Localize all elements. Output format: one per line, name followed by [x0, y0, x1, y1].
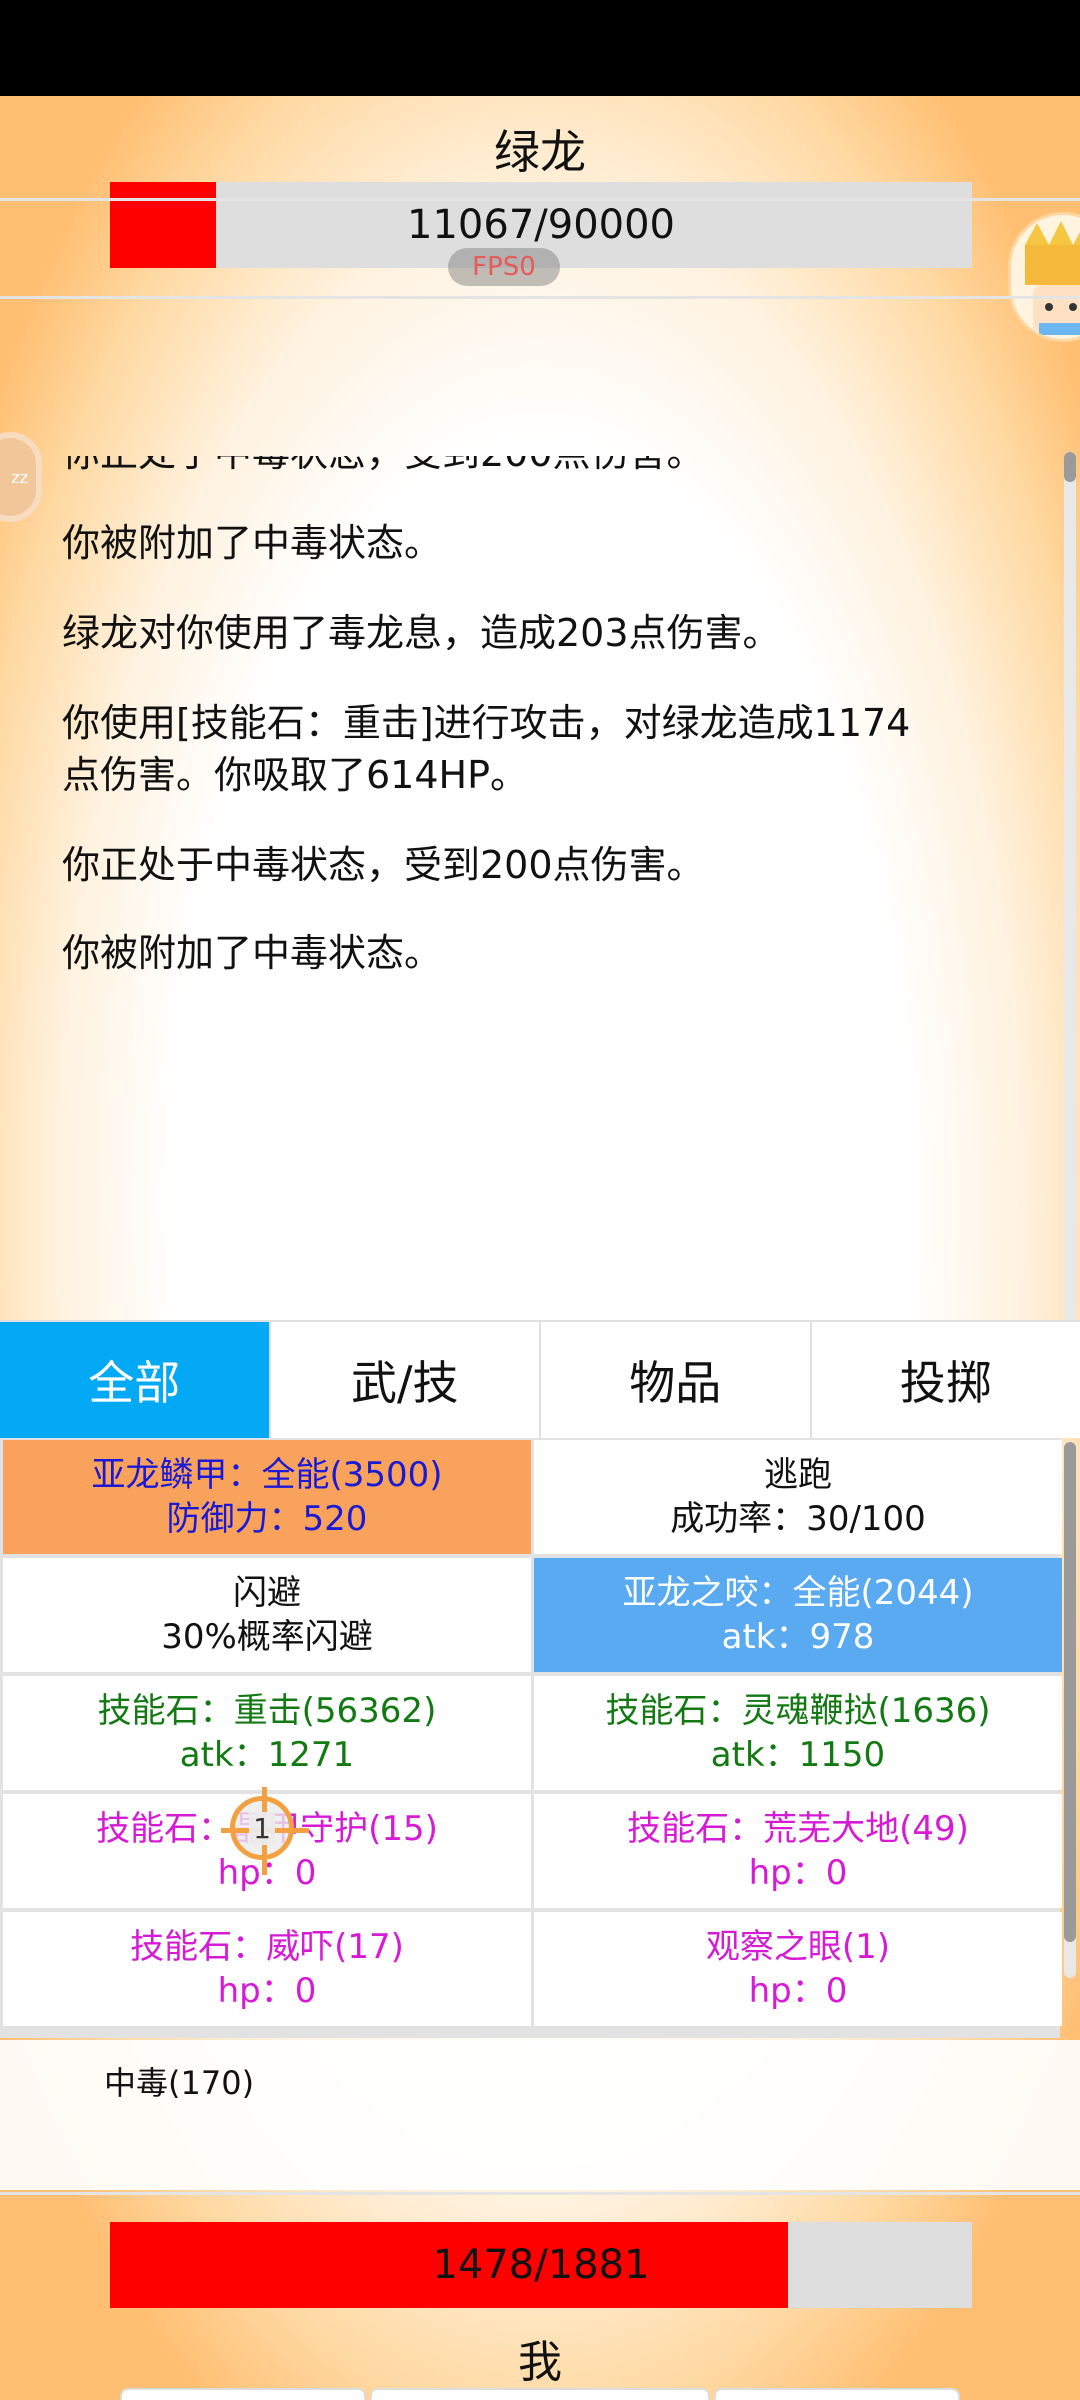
player-hp-text: 1478/1881 [432, 2242, 650, 2288]
log-scrollbar[interactable] [1064, 452, 1076, 1322]
action-title: 闪避 [233, 1573, 301, 1613]
action-stat: 30%概率闪避 [161, 1617, 373, 1657]
player-name: 我 [518, 2337, 562, 2388]
action-scrollbar-thumb[interactable] [1064, 1442, 1076, 1942]
bottom-tab-stub[interactable] [370, 2388, 710, 2400]
action-dragon-bite[interactable]: 亚龙之咬：全能(2044) atk：978 [534, 1558, 1062, 1672]
touch-indicator: 1 [221, 1787, 309, 1875]
tab-throw[interactable]: 投掷 [811, 1322, 1080, 1438]
tab-all[interactable]: 全部 [0, 1322, 271, 1438]
action-title: 逃跑 [764, 1455, 832, 1495]
log-line: 你正处于中毒状态，受到200点伤害。 [62, 456, 1002, 492]
action-grid: 亚龙鳞甲：全能(3500) 防御力：520 逃跑 成功率：30/100 闪避 3… [0, 1438, 1062, 2038]
floating-assistant-avatar-icon[interactable] [1008, 212, 1080, 342]
action-stat: hp：0 [748, 1971, 848, 2011]
action-title: 亚龙之咬：全能(2044) [622, 1573, 974, 1613]
action-title: 技能石：荒芜大地(49) [627, 1809, 969, 1849]
action-title: 观察之眼(1) [705, 1927, 891, 1967]
action-skill-intimidate[interactable]: 技能石：威吓(17) hp：0 [3, 1912, 531, 2026]
log-line: 你被附加了中毒状态。 [62, 521, 443, 565]
bottom-tab-stub[interactable] [120, 2388, 366, 2400]
bottom-tab-stub[interactable] [714, 2388, 960, 2400]
fps-badge: FPS0 [448, 248, 560, 286]
action-title: 亚龙鳞甲：全能(3500) [91, 1455, 443, 1495]
log-top-divider [0, 296, 1080, 299]
battle-screen: 绿龙 11067/90000 FPS0 zz 你正处于中毒状态，受到200点伤害… [0, 96, 1080, 2400]
action-stat: atk：1271 [179, 1735, 355, 1775]
system-status-bar [0, 0, 1080, 96]
action-title: 技能石：灵魂鞭挞(1636) [605, 1691, 991, 1731]
battle-log[interactable]: 你正处于中毒状态，受到200点伤害。 你被附加了中毒状态。 绿龙对你使用了毒龙息… [0, 456, 1080, 1416]
log-line: 你被附加了中毒状态。 [62, 931, 443, 975]
action-stat: hp：0 [748, 1853, 848, 1893]
tab-items[interactable]: 物品 [541, 1322, 812, 1438]
action-tabs: 全部 武/技 物品 投掷 [0, 1320, 1080, 1438]
header-divider [0, 198, 1080, 201]
log-line: 点伤害。你吸取了614HP。 [62, 753, 529, 797]
action-observing-eye[interactable]: 观察之眼(1) hp：0 [534, 1912, 1062, 2026]
action-stat: 防御力：520 [166, 1499, 368, 1539]
player-hp-bar: 1478/1881 [110, 2222, 972, 2308]
action-stat: hp：0 [217, 1971, 317, 2011]
action-dragon-scale-armor[interactable]: 亚龙鳞甲：全能(3500) 防御力：520 [3, 1440, 531, 1554]
tab-weapons-skills[interactable]: 武/技 [270, 1322, 541, 1438]
status-effects-panel: 中毒(170) [0, 2040, 1080, 2190]
action-scrollbar[interactable] [1064, 1442, 1076, 1978]
log-line: 你正处于中毒状态，受到200点伤害。 [62, 843, 705, 887]
action-dodge[interactable]: 闪避 30%概率闪避 [3, 1558, 531, 1672]
status-divider [0, 2192, 1080, 2195]
enemy-name: 绿龙 [494, 125, 586, 179]
status-poison: 中毒(170) [104, 2064, 255, 2102]
action-flee[interactable]: 逃跑 成功率：30/100 [534, 1440, 1062, 1554]
log-line: 绿龙对你使用了毒龙息，造成203点伤害。 [62, 611, 781, 655]
action-skill-heavy-strike[interactable]: 技能石：重击(56362) atk：1271 [3, 1676, 531, 1790]
touch-indicator-count: 1 [249, 1811, 275, 1845]
action-stat: atk：1150 [710, 1735, 886, 1775]
action-stat: atk：978 [721, 1617, 875, 1657]
log-scrollbar-thumb[interactable] [1064, 452, 1076, 482]
action-title: 技能石：威吓(17) [130, 1927, 404, 1967]
action-stat: 成功率：30/100 [670, 1499, 926, 1539]
action-skill-soul-lash[interactable]: 技能石：灵魂鞭挞(1636) atk：1150 [534, 1676, 1062, 1790]
action-title: 技能石：重击(56362) [97, 1691, 437, 1731]
action-skill-barren-land[interactable]: 技能石：荒芜大地(49) hp：0 [534, 1794, 1062, 1908]
